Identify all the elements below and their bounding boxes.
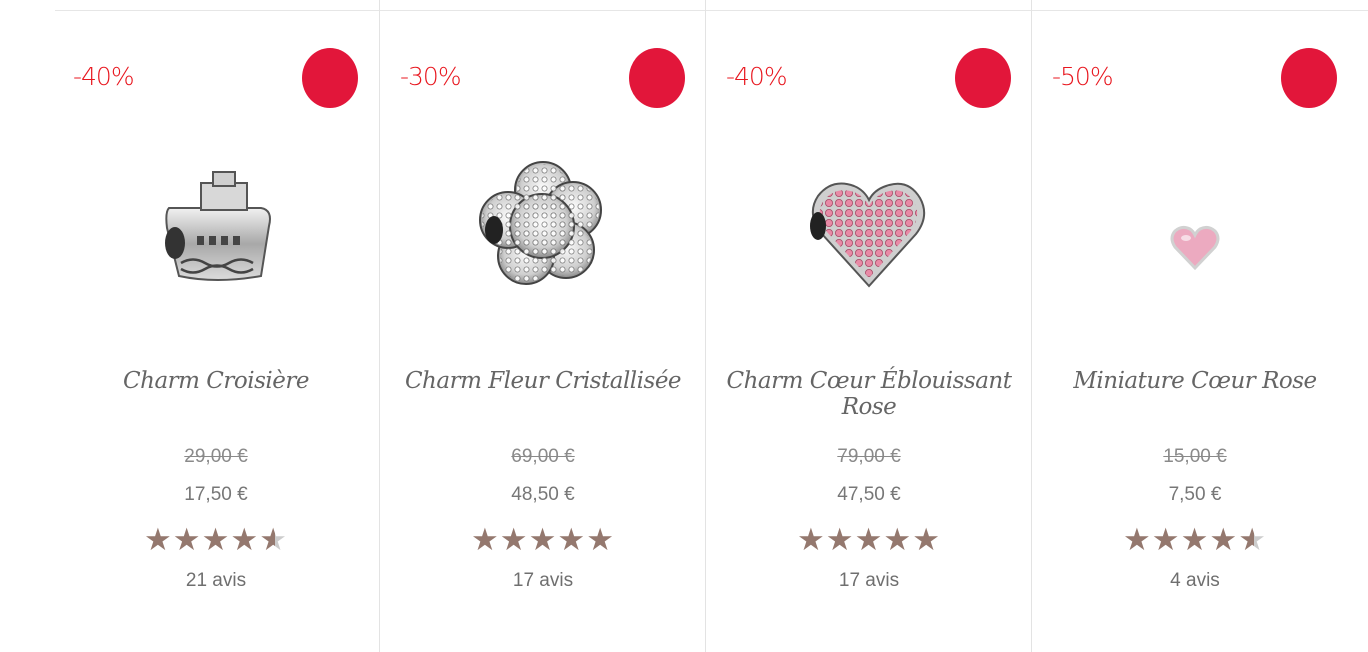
crystal-flower-charm-icon xyxy=(479,161,602,285)
product-name[interactable]: Miniature Cœur Rose xyxy=(1032,368,1358,394)
product-card[interactable]: -40% Charm Croisière 29,00 € 17,50 € ★★★… xyxy=(53,0,379,652)
star-icon: ★ xyxy=(883,522,913,557)
rating-stars: ★★★★★ xyxy=(706,523,1032,557)
wishlist-button[interactable] xyxy=(302,48,358,108)
product-name[interactable]: Charm Croisière xyxy=(53,368,379,394)
product-image[interactable] xyxy=(141,148,291,308)
star-icon: ★ xyxy=(471,522,500,557)
product-grid: -40% Charm Croisière 29,00 € 17,50 € ★★★… xyxy=(53,0,1368,652)
rating-stars: ★★★★★ xyxy=(380,523,706,557)
star-icon: ★ xyxy=(499,522,529,557)
original-price: 69,00 € xyxy=(511,446,575,467)
review-count[interactable]: 21 avis xyxy=(53,570,379,592)
review-count[interactable]: 17 avis xyxy=(380,570,706,592)
star-icon: ★ xyxy=(797,522,826,557)
star-icon: ★ xyxy=(528,522,558,557)
star-icon: ★ xyxy=(1209,522,1239,557)
product-card[interactable]: -40% Charm Cœur Éblouissant Rose 79,00 €… xyxy=(705,0,1032,652)
original-price: 15,00 € xyxy=(1163,446,1227,467)
star-icon: ★ xyxy=(854,522,884,557)
wishlist-button[interactable] xyxy=(1281,48,1337,108)
wishlist-button[interactable] xyxy=(629,48,685,108)
product-image[interactable] xyxy=(1120,148,1270,308)
discount-badge: -40% xyxy=(726,62,788,91)
star-icon: ★ xyxy=(1151,522,1181,557)
star-icon: ★ xyxy=(1123,522,1152,557)
discount-badge: -30% xyxy=(400,62,462,91)
original-price: 29,00 € xyxy=(184,446,248,467)
product-card[interactable]: -30% Charm Fleur Cristallisée 69,00 € 48… xyxy=(379,0,706,652)
star-icon: ★ xyxy=(172,522,202,557)
rating-stars: ★★★★★ xyxy=(1032,523,1358,557)
review-count[interactable]: 4 avis xyxy=(1032,570,1358,592)
sale-price: 17,50 € xyxy=(184,484,248,505)
product-image[interactable] xyxy=(468,148,618,308)
original-price: 79,00 € xyxy=(837,446,901,467)
star-icon: ★ xyxy=(586,522,615,557)
review-count[interactable]: 17 avis xyxy=(706,570,1032,592)
half-star-icon: ★ xyxy=(259,522,288,557)
star-icon: ★ xyxy=(557,522,587,557)
rating-stars: ★★★★★ xyxy=(53,523,379,557)
star-icon: ★ xyxy=(230,522,260,557)
pink-heart-pave-charm-icon xyxy=(810,182,926,288)
product-card[interactable]: -50% Miniature Cœur Rose 15,00 € 7,50 € … xyxy=(1031,0,1358,652)
product-name[interactable]: Charm Fleur Cristallisée xyxy=(380,368,706,394)
product-name[interactable]: Charm Cœur Éblouissant Rose xyxy=(706,368,1032,420)
star-icon: ★ xyxy=(825,522,855,557)
star-icon: ★ xyxy=(144,522,173,557)
half-star-icon: ★ xyxy=(1238,522,1267,557)
discount-badge: -50% xyxy=(1052,62,1114,91)
product-image[interactable] xyxy=(794,148,944,308)
star-icon: ★ xyxy=(201,522,231,557)
sale-price: 7,50 € xyxy=(1168,484,1222,505)
star-icon: ★ xyxy=(1180,522,1210,557)
discount-badge: -40% xyxy=(73,62,135,91)
wishlist-button[interactable] xyxy=(955,48,1011,108)
sale-price: 47,50 € xyxy=(837,484,901,505)
ship-charm-icon xyxy=(165,171,271,281)
star-icon: ★ xyxy=(912,522,941,557)
sale-price: 48,50 € xyxy=(511,484,575,505)
mini-pink-heart-charm-icon xyxy=(1170,225,1220,271)
